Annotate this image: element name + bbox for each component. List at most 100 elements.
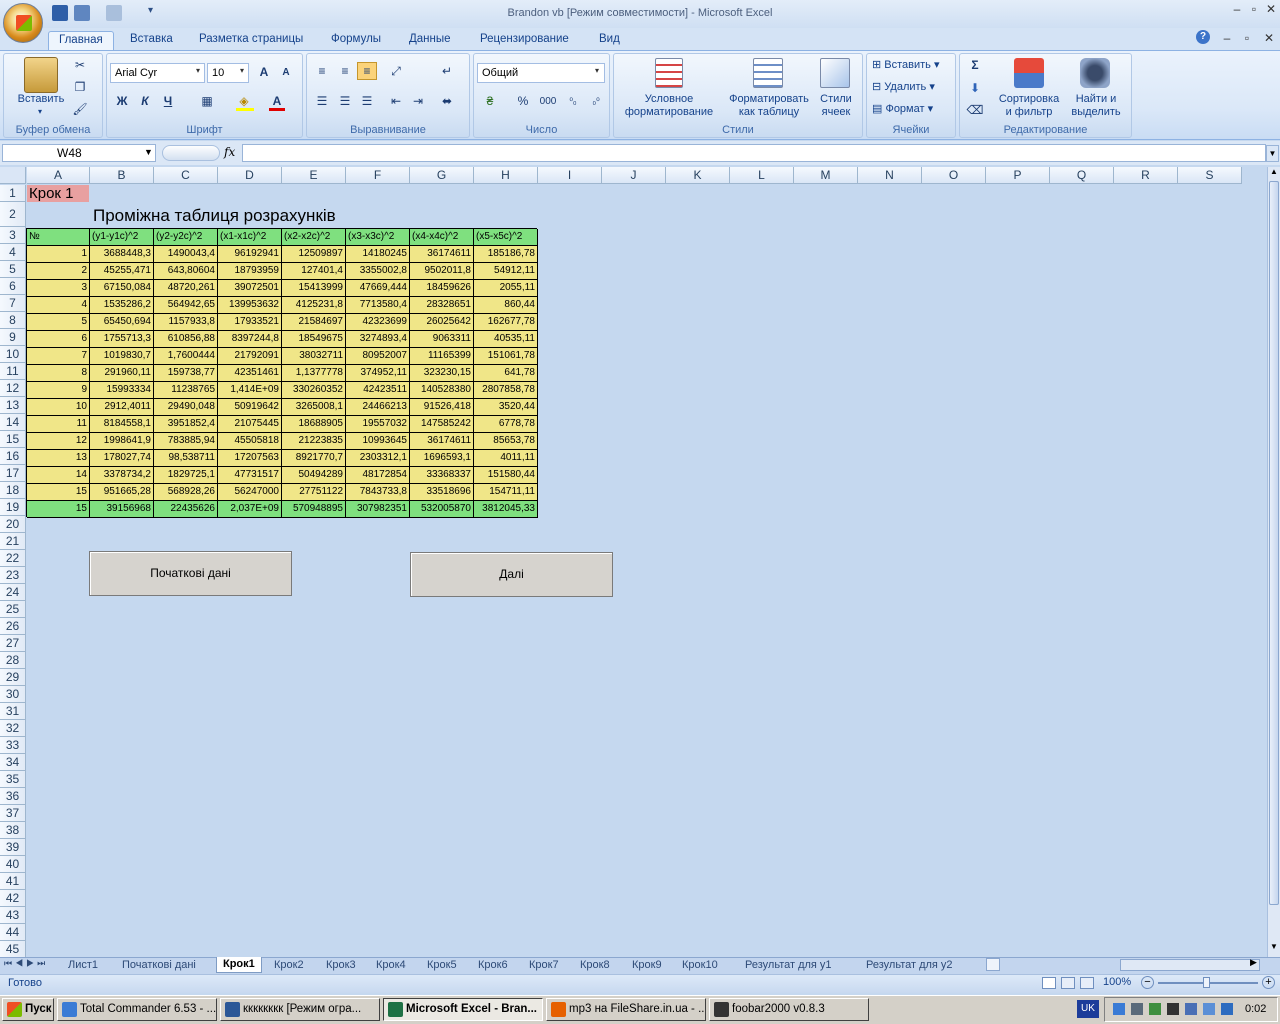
column-header-o[interactable]: O: [922, 167, 986, 184]
wrap-text-icon[interactable]: ↵: [437, 62, 457, 80]
table-header-cell[interactable]: №: [27, 229, 90, 246]
total-cell[interactable]: 22435626: [154, 501, 218, 518]
column-header-b[interactable]: B: [90, 167, 154, 184]
table-cell[interactable]: 80952007: [346, 348, 410, 365]
table-cell[interactable]: 14180245: [346, 246, 410, 263]
table-cell[interactable]: 13: [27, 450, 90, 467]
table-cell[interactable]: 47669,444: [346, 280, 410, 297]
vertical-scrollbar[interactable]: ▲ ▼: [1267, 167, 1280, 957]
tab-insert[interactable]: Вставка: [120, 31, 183, 50]
table-cell[interactable]: 38032711: [282, 348, 346, 365]
row-header[interactable]: 18: [0, 482, 26, 499]
sheet-tab[interactable]: Крок3: [320, 957, 362, 973]
table-cell[interactable]: 564942,65: [154, 297, 218, 314]
tab-data[interactable]: Данные: [399, 31, 461, 50]
table-cell[interactable]: 50494289: [282, 467, 346, 484]
table-cell[interactable]: 11165399: [410, 348, 474, 365]
row-header[interactable]: 40: [0, 856, 26, 873]
table-cell[interactable]: 5: [27, 314, 90, 331]
column-header-r[interactable]: R: [1114, 167, 1178, 184]
column-header-k[interactable]: K: [666, 167, 730, 184]
row-header[interactable]: 24: [0, 584, 26, 601]
close-icon[interactable]: ✕: [1264, 3, 1278, 15]
table-cell[interactable]: 139953632: [218, 297, 282, 314]
row-header[interactable]: 31: [0, 703, 26, 720]
table-cell[interactable]: 17207563: [218, 450, 282, 467]
tray-icon-1[interactable]: [1113, 1003, 1125, 1015]
table-cell[interactable]: 1157933,8: [154, 314, 218, 331]
table-cell[interactable]: 42423511: [346, 382, 410, 399]
table-cell[interactable]: 641,78: [474, 365, 538, 382]
table-cell[interactable]: 54912,11: [474, 263, 538, 280]
table-cell[interactable]: 4125231,8: [282, 297, 346, 314]
table-cell[interactable]: 21792091: [218, 348, 282, 365]
table-cell[interactable]: 178027,74: [90, 450, 154, 467]
paste-icon[interactable]: [24, 57, 58, 93]
sheet-tab[interactable]: Крок8: [574, 957, 616, 973]
tab-home[interactable]: Главная: [48, 31, 114, 50]
name-box-dropdown-icon[interactable]: ▼: [144, 147, 153, 157]
table-cell[interactable]: 21584697: [282, 314, 346, 331]
sheet-tab[interactable]: Крок1: [216, 957, 262, 973]
total-cell[interactable]: 3812045,33: [474, 501, 538, 518]
row-header[interactable]: 22: [0, 550, 26, 567]
row-header[interactable]: 27: [0, 635, 26, 652]
row-header[interactable]: 30: [0, 686, 26, 703]
sheet-tab[interactable]: Початкові дані: [116, 957, 202, 973]
table-cell[interactable]: 860,44: [474, 297, 538, 314]
conditional-formatting-button[interactable]: Условное форматирование: [616, 93, 722, 119]
table-cell[interactable]: 1535286,2: [90, 297, 154, 314]
scroll-thumb[interactable]: [1269, 181, 1279, 905]
table-cell[interactable]: 8: [27, 365, 90, 382]
row-header[interactable]: 5: [0, 261, 26, 278]
table-cell[interactable]: 3: [27, 280, 90, 297]
scroll-right-icon[interactable]: ▶: [1250, 957, 1257, 968]
tray-icon-5[interactable]: [1185, 1003, 1197, 1015]
table-cell[interactable]: 151580,44: [474, 467, 538, 484]
select-all-corner[interactable]: [0, 167, 26, 184]
table-cell[interactable]: 15413999: [282, 280, 346, 297]
table-cell[interactable]: 9502011,8: [410, 263, 474, 280]
table-cell[interactable]: 42323699: [346, 314, 410, 331]
normal-view-icon[interactable]: [1042, 977, 1056, 989]
format-as-table-icon[interactable]: [753, 58, 783, 88]
column-header-n[interactable]: N: [858, 167, 922, 184]
decrease-indent-icon[interactable]: ⇤: [386, 92, 406, 110]
table-cell[interactable]: 7: [27, 348, 90, 365]
row-header[interactable]: 20: [0, 516, 26, 533]
column-header-l[interactable]: L: [730, 167, 794, 184]
sheet-tab[interactable]: Крок7: [523, 957, 565, 973]
row-header[interactable]: 34: [0, 754, 26, 771]
row-header[interactable]: 15: [0, 431, 26, 448]
zoom-out-icon[interactable]: −: [1141, 976, 1154, 989]
total-cell[interactable]: 570948895: [282, 501, 346, 518]
table-cell[interactable]: 48172854: [346, 467, 410, 484]
table-cell[interactable]: 3951852,4: [154, 416, 218, 433]
column-header-e[interactable]: E: [282, 167, 346, 184]
table-header-cell[interactable]: (x1-x1c)^2: [218, 229, 282, 246]
table-cell[interactable]: 7713580,4: [346, 297, 410, 314]
table-cell[interactable]: 1490043,4: [154, 246, 218, 263]
underline-button[interactable]: Ч: [158, 92, 178, 110]
column-header-m[interactable]: M: [794, 167, 858, 184]
sheet-tab[interactable]: Лист1: [62, 957, 104, 973]
page-break-view-icon[interactable]: [1080, 977, 1094, 989]
row-header[interactable]: 6: [0, 278, 26, 295]
table-title[interactable]: Проміжна таблиця розрахунків: [93, 206, 336, 226]
conditional-formatting-icon[interactable]: [655, 58, 683, 88]
row-header[interactable]: 44: [0, 924, 26, 941]
table-cell[interactable]: 1755713,3: [90, 331, 154, 348]
find-select-icon[interactable]: [1080, 58, 1110, 88]
column-header-c[interactable]: C: [154, 167, 218, 184]
table-cell[interactable]: 98,538711: [154, 450, 218, 467]
table-cell[interactable]: 374952,11: [346, 365, 410, 382]
format-cells-button[interactable]: ▤ Формат ▾: [872, 101, 952, 117]
table-cell[interactable]: 29490,048: [154, 399, 218, 416]
grow-font-icon[interactable]: A: [254, 63, 274, 81]
table-cell[interactable]: 3355002,8: [346, 263, 410, 280]
row-header[interactable]: 17: [0, 465, 26, 482]
table-cell[interactable]: 12: [27, 433, 90, 450]
table-cell[interactable]: 323230,15: [410, 365, 474, 382]
table-cell[interactable]: 33518696: [410, 484, 474, 501]
column-header-q[interactable]: Q: [1050, 167, 1114, 184]
